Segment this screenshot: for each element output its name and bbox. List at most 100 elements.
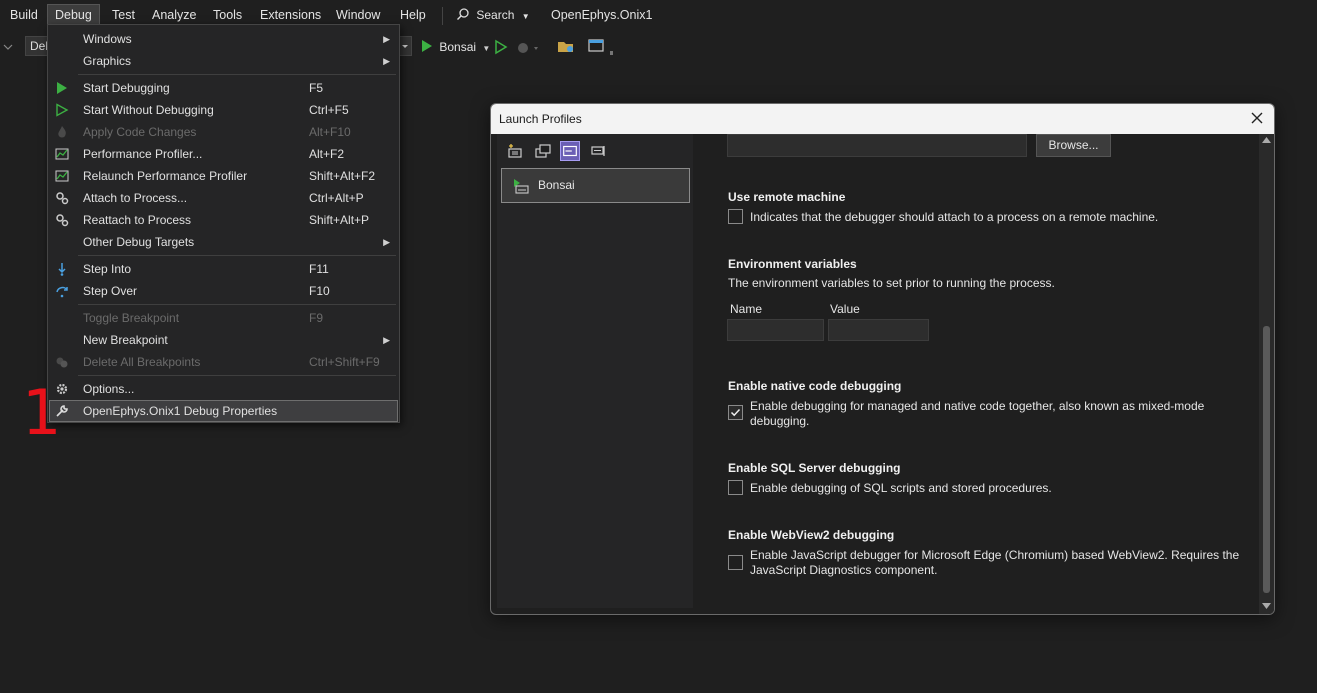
menu-item-delete-all-breakpoints: Delete All Breakpoints Ctrl+Shift+F9 — [49, 351, 398, 373]
chevron-down-icon — [402, 45, 408, 48]
scroll-thumb[interactable] — [1263, 326, 1270, 593]
menu-item-step-over[interactable]: Step Over F10 — [49, 280, 398, 302]
menu-item-label: Apply Code Changes — [83, 125, 197, 139]
native-debugging-description-line1: Enable debugging for managed and native … — [750, 399, 1205, 413]
close-icon[interactable] — [1248, 109, 1266, 127]
webview-debugging-checkbox[interactable] — [728, 555, 743, 570]
annotation-number-1: 1 — [22, 376, 62, 449]
menu-item-label: Step Over — [83, 284, 138, 298]
remote-machine-title: Use remote machine — [728, 190, 846, 204]
menu-item-label: Windows — [83, 32, 132, 46]
environment-variables-description: The environment variables to set prior t… — [728, 276, 1055, 290]
window-layout-icon[interactable] — [588, 38, 616, 56]
menu-item-performance-profiler[interactable]: Performance Profiler... Alt+F2 — [49, 143, 398, 165]
delete-profile-icon[interactable] — [589, 141, 609, 161]
menu-item-label: Start Without Debugging — [83, 103, 214, 117]
menu-item-label: Delete All Breakpoints — [83, 355, 201, 369]
scroll-down-icon[interactable] — [1262, 603, 1271, 609]
solution-title: OpenEphys.Onix1 — [551, 8, 653, 22]
menu-item-windows[interactable]: Windows ▶ — [49, 28, 398, 50]
browse-button[interactable]: Browse... — [1036, 134, 1111, 157]
native-debugging-description: Enable debugging for managed and native … — [750, 399, 1204, 429]
profiler-icon — [55, 170, 69, 182]
menu-separator — [78, 255, 396, 256]
sql-debugging-checkbox[interactable] — [728, 480, 743, 495]
menu-item-relaunch-performance-profiler[interactable]: Relaunch Performance Profiler Shift+Alt+… — [49, 165, 398, 187]
menu-item-label: OpenEphys.Onix1 Debug Properties — [83, 404, 278, 418]
gears-icon — [56, 214, 69, 227]
menu-item-options[interactable]: Options... — [49, 378, 398, 400]
dialog-title-bar: Launch Profiles — [491, 104, 1274, 134]
working-directory-input[interactable] — [727, 134, 1027, 157]
menu-item-graphics[interactable]: Graphics ▶ — [49, 50, 398, 72]
rename-profile-icon[interactable] — [560, 141, 580, 161]
folder-gear-icon[interactable] — [557, 38, 575, 54]
menu-item-label: Other Debug Targets — [83, 235, 195, 249]
menu-build[interactable]: Build — [3, 4, 45, 27]
run-target-label: Bonsai — [439, 40, 477, 54]
search-label: Search — [476, 8, 515, 22]
step-into-icon — [58, 263, 66, 276]
profile-name: Bonsai — [538, 178, 575, 192]
search-button[interactable]: Search ▼ — [450, 4, 530, 27]
menu-item-toggle-breakpoint: Toggle Breakpoint F9 — [49, 307, 398, 329]
settings-scrollbar[interactable] — [1259, 134, 1274, 614]
menu-item-shortcut: F10 — [309, 284, 330, 298]
submenu-arrow-icon: ▶ — [383, 34, 390, 44]
menu-item-label: Step Into — [83, 262, 132, 276]
menu-item-shortcut: F9 — [309, 311, 324, 325]
profile-list-item[interactable]: Bonsai — [501, 168, 690, 203]
menu-item-other-debug-targets[interactable]: Other Debug Targets ▶ — [49, 231, 398, 253]
menu-item-step-into[interactable]: Step Into F11 — [49, 258, 398, 280]
menu-item-reattach-to-process[interactable]: Reattach to Process Shift+Alt+P — [49, 209, 398, 231]
menu-item-label: Reattach to Process — [83, 213, 192, 227]
play-filled-icon — [57, 82, 67, 94]
chevron-down-icon: ▼ — [521, 12, 530, 21]
play-outline-icon — [56, 103, 69, 117]
scroll-up-icon[interactable] — [1262, 137, 1271, 143]
menu-item-label: Performance Profiler... — [83, 147, 203, 161]
native-debugging-checkbox[interactable] — [728, 405, 743, 420]
chevron-down-icon[interactable] — [3, 43, 13, 51]
menu-item-debug-properties[interactable]: OpenEphys.Onix1 Debug Properties — [49, 400, 398, 422]
menu-separator — [78, 304, 396, 305]
webview-debugging-description-line1: Enable JavaScript debugger for Microsoft… — [750, 548, 1240, 562]
menu-item-start-debugging[interactable]: Start Debugging F5 — [49, 77, 398, 99]
menu-item-label: Toggle Breakpoint — [83, 311, 180, 325]
env-value-input[interactable] — [828, 319, 929, 341]
menu-item-label: New Breakpoint — [83, 333, 168, 347]
hot-reload-icon[interactable] — [516, 39, 540, 55]
menu-item-new-breakpoint[interactable]: New Breakpoint ▶ — [49, 329, 398, 351]
menu-item-shortcut: Shift+Alt+P — [309, 213, 370, 227]
webview-debugging-description-line2: JavaScript Diagnostics component. — [750, 563, 938, 577]
sql-debugging-title: Enable SQL Server debugging — [728, 461, 901, 475]
remote-machine-checkbox[interactable] — [728, 209, 743, 224]
new-profile-icon[interactable] — [505, 141, 525, 161]
env-name-column-header: Name — [730, 302, 763, 316]
profiler-icon — [55, 148, 69, 160]
gears-icon — [56, 192, 69, 205]
dialog-title: Launch Profiles — [499, 112, 582, 126]
profiles-panel — [497, 134, 693, 608]
native-debugging-description-line2: debugging. — [750, 414, 810, 428]
menu-item-start-without-debugging[interactable]: Start Without Debugging Ctrl+F5 — [49, 99, 398, 121]
step-over-icon — [56, 286, 68, 298]
menu-item-attach-to-process[interactable]: Attach to Process... Ctrl+Alt+P — [49, 187, 398, 209]
env-name-input[interactable] — [727, 319, 824, 341]
start-debugging-button[interactable]: Bonsai ▼ — [420, 37, 490, 57]
search-icon — [457, 8, 469, 20]
duplicate-profile-icon[interactable] — [533, 141, 553, 161]
launch-profiles-dialog: Launch Profiles Bonsai Browse... Use rem… — [490, 103, 1275, 615]
start-without-debugging-icon[interactable] — [494, 39, 508, 55]
menu-item-label: Graphics — [83, 54, 132, 68]
profile-settings-panel — [700, 134, 1256, 614]
breakpoints-icon — [56, 357, 68, 368]
menu-item-shortcut: Shift+Alt+F2 — [309, 169, 376, 183]
submenu-arrow-icon: ▶ — [383, 335, 390, 345]
menu-item-shortcut: Alt+F2 — [309, 147, 345, 161]
bonsai-profile-icon — [514, 179, 529, 194]
remote-machine-description: Indicates that the debugger should attac… — [750, 210, 1159, 224]
configuration-dropdown[interactable] — [398, 36, 412, 56]
menu-item-apply-code-changes: Apply Code Changes Alt+F10 — [49, 121, 398, 143]
env-value-column-header: Value — [830, 302, 860, 316]
